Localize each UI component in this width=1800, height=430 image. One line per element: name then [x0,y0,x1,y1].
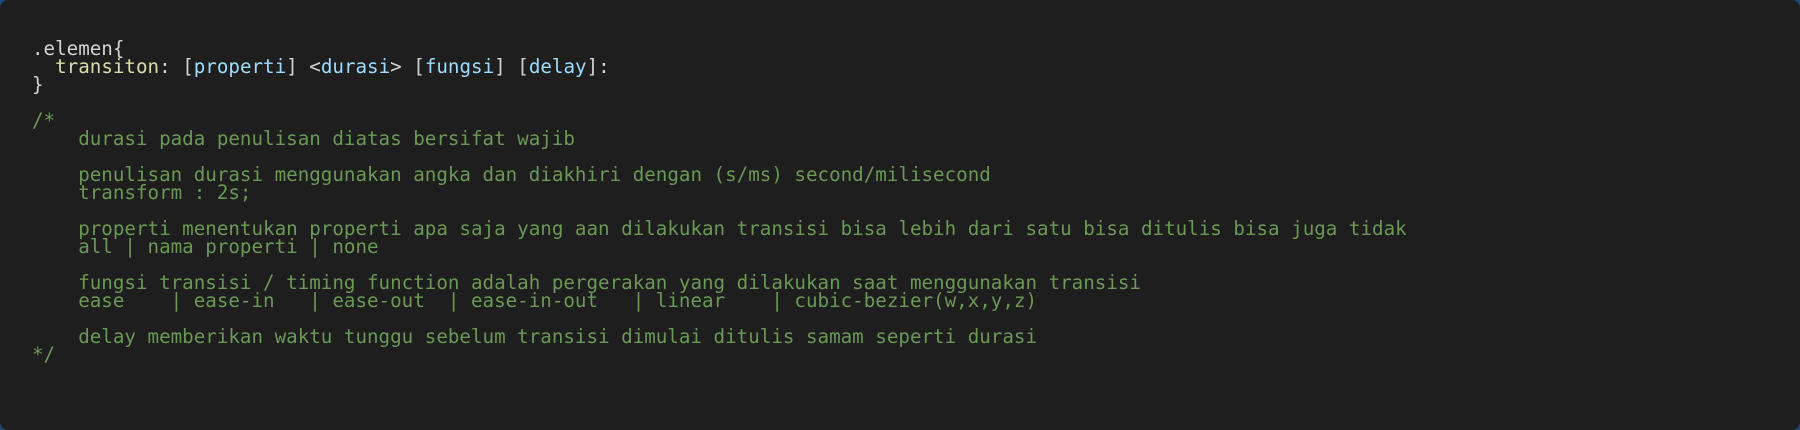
param-properti: properti [193,55,287,78]
code-block: .elemen{ transiton: [properti] <durasi> … [0,0,1800,430]
angle: < [309,55,321,78]
bracket: [ [517,55,529,78]
bracket: ] [494,55,518,78]
comment-line: all | nama properti | none [32,235,379,258]
param-durasi: durasi [320,55,391,78]
colon: : [159,55,183,78]
bracket: [ [413,55,425,78]
code-line-close: } [32,73,1768,96]
comment-line: ease | ease-in | ease-out | ease-in-out … [32,289,1038,312]
bracket: [ [182,55,194,78]
comment-line: transform : 2s; [32,181,252,204]
param-delay: delay [528,55,587,78]
comment-line: delay memberikan waktu tunggu sebelum tr… [32,325,1038,348]
param-fungsi: fungsi [424,55,495,78]
bracket: ] [286,55,310,78]
angle: > [390,55,414,78]
statement-end: ]: [586,55,610,78]
comment-line: */ [32,343,56,366]
comment-line: durasi pada penulisan diatas bersifat wa… [32,127,575,150]
close-brace: } [32,73,44,96]
comment-line: penulisan durasi menggunakan angka dan d… [32,163,991,186]
code-line-declaration: transiton: [properti] <durasi> [fungsi] … [32,55,1768,78]
property-name: transiton [55,55,160,78]
